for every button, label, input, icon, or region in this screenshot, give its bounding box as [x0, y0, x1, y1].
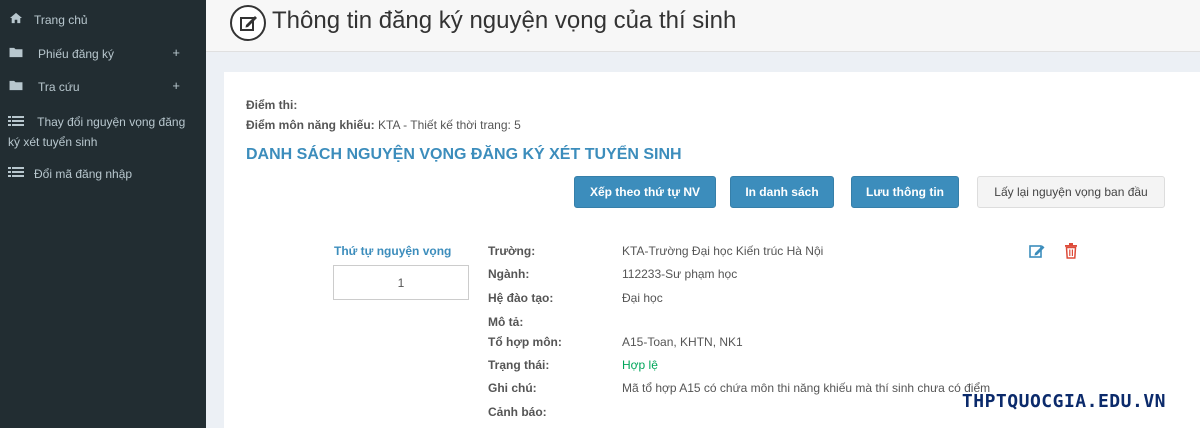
page-title: Thông tin đăng ký nguyện vọng của thí si… [272, 7, 737, 34]
status-label: Trạng thái: [488, 358, 550, 372]
sidebar-item-label: Thay đổi nguyện vọng đăng ký xét tuyển s… [8, 115, 186, 149]
school-value: KTA-Trường Đại học Kiến trúc Hà Nội [622, 244, 824, 258]
trash-icon[interactable] [1062, 242, 1080, 260]
edit-circle-icon [230, 5, 266, 41]
sidebar-item-registration[interactable]: Phiếu đăng ký + [8, 45, 186, 63]
section-title: DANH SÁCH NGUYỆN VỌNG ĐĂNG KÝ XÉT TUYỂN … [246, 146, 682, 163]
aptitude-value: KTA - Thiết kế thời trang: 5 [378, 118, 521, 132]
major-label: Ngành: [488, 267, 530, 281]
sidebar-item-label: Trang chủ [34, 13, 88, 27]
print-list-button[interactable]: In danh sách [730, 176, 834, 208]
home-icon [10, 12, 22, 24]
warning-label: Cảnh báo: [488, 405, 547, 419]
sidebar-item-label: Phiếu đăng ký [38, 47, 115, 61]
folder-icon [9, 80, 23, 91]
sidebar-item-label: Đổi mã đăng nhập [34, 167, 133, 181]
list-icon [8, 116, 24, 126]
aptitude-score-line: Điểm môn năng khiếu: KTA - Thiết kế thời… [246, 118, 521, 132]
list-icon [8, 167, 24, 177]
wish-order-label: Thứ tự nguyện vọng [334, 244, 452, 258]
wish-order-input[interactable] [333, 265, 469, 300]
watermark: THPTQUOCGIA.EDU.VN [961, 391, 1166, 412]
folder-icon [9, 47, 23, 58]
note-value: Mã tổ hợp A15 có chứa môn thi năng khiếu… [622, 381, 991, 395]
sidebar-item-label: Tra cứu [38, 80, 80, 94]
edit-icon[interactable] [1028, 242, 1046, 260]
note-label: Ghi chú: [488, 381, 537, 395]
sort-by-order-button[interactable]: Xếp theo thứ tự NV [574, 176, 716, 208]
sidebar-item-home[interactable]: Trang chủ [8, 11, 186, 29]
sidebar-item-lookup[interactable]: Tra cứu + [8, 78, 186, 96]
training-type-value: Đại học [622, 291, 663, 305]
expand-plus-icon[interactable]: + [172, 45, 180, 60]
exam-score-label: Điểm thi: [246, 98, 298, 112]
sidebar: Trang chủ Phiếu đăng ký + Tra cứu + Thay… [0, 0, 206, 428]
main-content: Điểm thi: Điểm môn năng khiếu: KTA - Thi… [224, 72, 1200, 428]
training-type-label: Hệ đào tạo: [488, 291, 554, 305]
save-info-button[interactable]: Lưu thông tin [851, 176, 959, 208]
sidebar-item-change-wish[interactable]: Thay đổi nguyện vọng đăng ký xét tuyển s… [8, 112, 188, 152]
school-label: Trường: [488, 244, 536, 258]
aptitude-label: Điểm môn năng khiếu: [246, 118, 375, 132]
sidebar-item-change-login[interactable]: Đổi mã đăng nhập [8, 165, 186, 183]
description-label: Mô tả: [488, 315, 524, 329]
page-header: Thông tin đăng ký nguyện vọng của thí si… [206, 0, 1200, 52]
status-badge: Hợp lệ [622, 358, 658, 372]
subject-group-value: A15-Toan, KHTN, NK1 [622, 335, 743, 349]
major-value: 112233-Sư phạm học [622, 267, 738, 281]
expand-plus-icon[interactable]: + [172, 78, 180, 93]
reset-wishes-button[interactable]: Lấy lại nguyện vọng ban đầu [977, 176, 1165, 208]
subject-group-label: Tổ hợp môn: [488, 335, 562, 349]
